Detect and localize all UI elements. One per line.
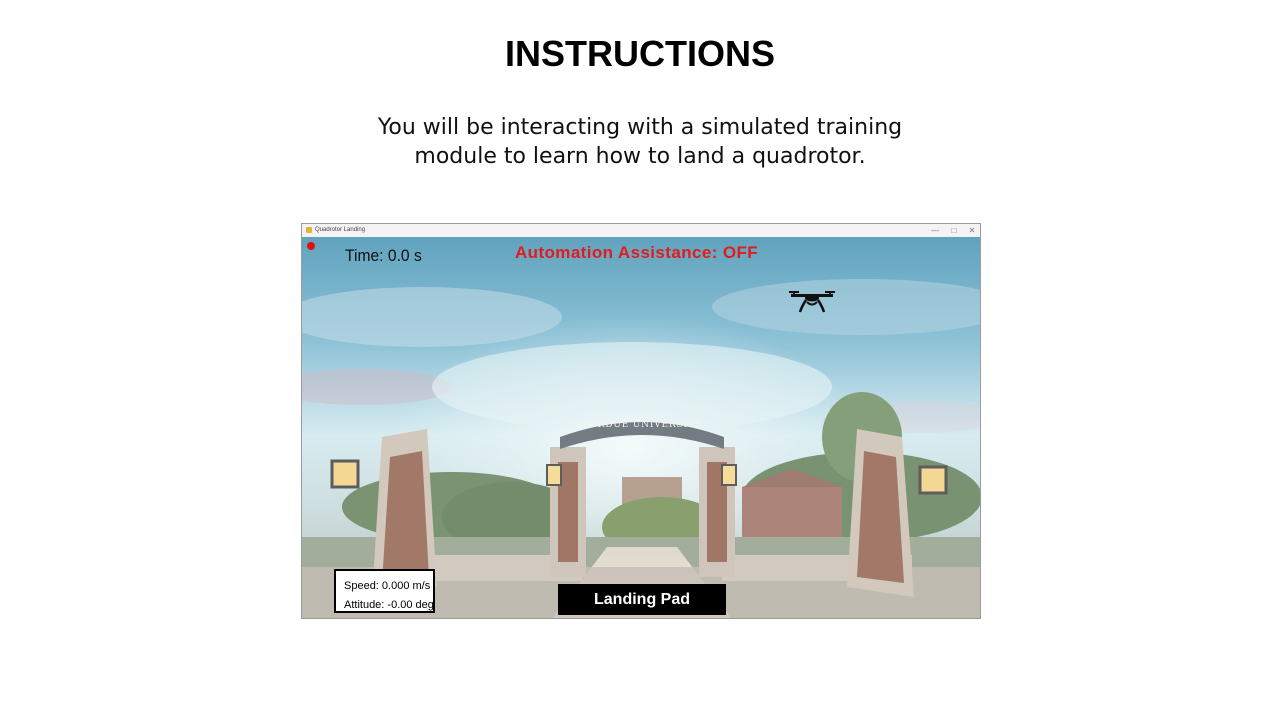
flight-stats-panel: Speed: 0.000 m/s Attitude: -0.00 deg <box>334 569 435 613</box>
description-line-1: You will be interacting with a simulated… <box>377 115 903 140</box>
simulation-scene: PURDUE UNIVERSITY Time: 0.0 s Automation… <box>302 237 980 618</box>
record-dot-icon <box>307 242 315 250</box>
close-button[interactable]: ✕ <box>963 224 980 237</box>
attitude-readout: Attitude: -0.00 deg <box>344 599 434 611</box>
elapsed-time: Time: 0.0 s <box>345 246 422 265</box>
automation-status: Automation Assistance: OFF <box>515 243 759 262</box>
slide-title: INSTRUCTIONS <box>505 33 775 74</box>
speed-readout: Speed: 0.000 m/s <box>344 580 431 592</box>
maximize-button[interactable]: □ <box>945 224 963 237</box>
window-title: Quadrotor Landing <box>315 227 366 233</box>
simulator-window: Quadrotor Landing — □ ✕ PURDUE UNIVERSIT… <box>301 223 981 619</box>
description-line-2: module to learn how to land a quadrotor. <box>414 144 866 169</box>
campus-background: PURDUE UNIVERSITY <box>302 237 980 618</box>
minimize-button[interactable]: — <box>926 224 944 237</box>
window-titlebar[interactable]: Quadrotor Landing — □ ✕ <box>302 224 980 238</box>
landing-pad: Landing Pad <box>558 584 726 615</box>
slide-description: You will be interacting with a simulated… <box>340 113 940 171</box>
quadrotor-icon <box>789 291 835 313</box>
app-icon <box>306 227 312 233</box>
